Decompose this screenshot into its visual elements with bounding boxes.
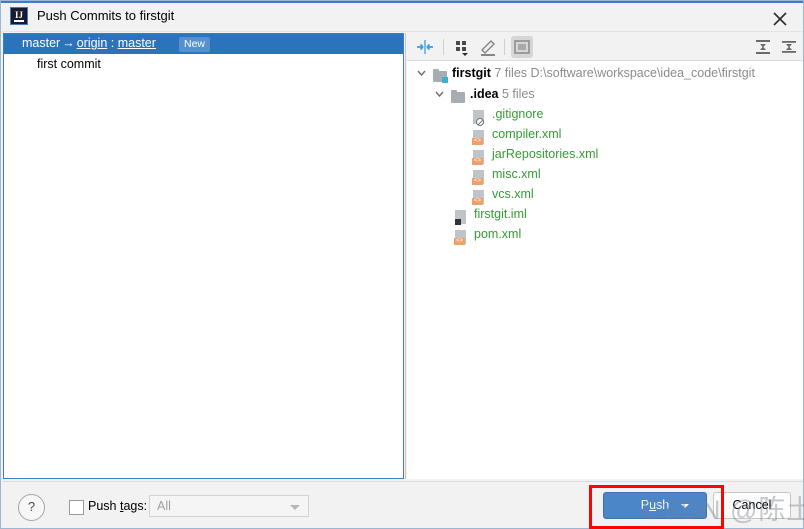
node-name: .gitignore [492, 107, 544, 121]
branch-row-text: master → origin : master [22, 36, 156, 50]
tree-label-firstgit: firstgit 7 files D:\software\workspace\i… [452, 63, 755, 83]
node-name: pom.xml [474, 227, 522, 241]
branch-separator: : [107, 36, 118, 50]
chevron-down-icon[interactable] [415, 63, 428, 83]
toolbar-separator-1 [443, 39, 444, 55]
title-bar: IJ Push Commits to firstgit [1, 1, 803, 32]
branch-arrow-icon: → [62, 36, 75, 50]
help-button[interactable]: ? [18, 494, 45, 521]
remote-name-label[interactable]: origin [77, 36, 108, 50]
tree-toolbar [407, 33, 803, 61]
collapse-all-icon[interactable] [778, 36, 800, 58]
push-label-post: sh [656, 498, 670, 512]
commit-message: first commit [37, 57, 101, 71]
node-name: compiler.xml [492, 127, 562, 141]
preview-diff-icon[interactable] [511, 36, 533, 58]
cancel-button[interactable]: Cancel [713, 492, 791, 519]
push-commits-dialog: IJ Push Commits to firstgit master → origi… [0, 0, 804, 529]
group-by-icon[interactable] [451, 36, 473, 58]
toolbar-separator-2 [504, 39, 505, 55]
status-badge: New [179, 37, 211, 52]
list-item[interactable]: first commit [4, 55, 403, 75]
push-tags-label-pre: Push [88, 499, 120, 513]
title-accent-line [1, 1, 803, 3]
chevron-down-icon [290, 505, 300, 510]
push-tags-label-post: ags: [123, 499, 148, 513]
push-tags-value: All [157, 499, 171, 513]
folder-icon [451, 87, 465, 103]
local-branch-label: master [22, 36, 61, 50]
panel-splitter[interactable] [405, 33, 406, 479]
changed-files-panel: firstgit 7 files D:\software\workspace\i… [407, 33, 803, 479]
remote-branch-label[interactable]: master [118, 36, 156, 50]
node-file-count: 7 files [494, 66, 528, 80]
commits-panel[interactable]: master → origin : master New first commit [3, 33, 404, 479]
node-name: vcs.xml [492, 187, 534, 201]
file-tree: firstgit 7 files D:\software\workspace\i… [407, 62, 803, 479]
node-name: firstgit.iml [474, 207, 527, 221]
chevron-down-icon[interactable] [433, 84, 446, 104]
push-tags-checkbox[interactable] [69, 500, 84, 515]
node-name: misc.xml [492, 167, 541, 181]
tree-label-idea: .idea 5 files [470, 84, 535, 104]
node-name: firstgit [452, 66, 491, 80]
push-tags-label[interactable]: Push tags: [88, 499, 147, 513]
xml-file-icon: <> [472, 147, 487, 165]
push-mnemonic: u [649, 498, 657, 512]
gitignore-file-icon [473, 107, 487, 126]
node-file-count: 5 files [501, 87, 535, 101]
window-title: Push Commits to firstgit [37, 8, 175, 23]
xml-file-icon: <> [454, 227, 469, 245]
xml-file-icon: <> [472, 127, 487, 145]
folder-vcs-icon [433, 66, 448, 83]
edit-icon[interactable] [477, 36, 499, 58]
push-button[interactable]: Push [603, 492, 707, 519]
iml-file-icon [455, 207, 469, 225]
xml-file-icon: <> [472, 187, 487, 205]
push-label-pre: P [640, 498, 650, 512]
xml-file-icon: <> [472, 167, 487, 185]
chevron-down-icon[interactable] [681, 504, 689, 508]
expand-selection-icon[interactable] [414, 36, 436, 58]
node-name: jarRepositories.xml [492, 147, 599, 161]
close-icon[interactable] [757, 2, 803, 32]
expand-all-icon[interactable] [752, 36, 774, 58]
push-tags-select[interactable]: All [149, 495, 309, 517]
branch-row[interactable]: master → origin : master New [4, 34, 403, 54]
node-name: .idea [470, 87, 499, 101]
intellij-idea-icon: IJ [10, 7, 28, 25]
node-path: D:\software\workspace\idea_code\firstgit [530, 66, 755, 80]
